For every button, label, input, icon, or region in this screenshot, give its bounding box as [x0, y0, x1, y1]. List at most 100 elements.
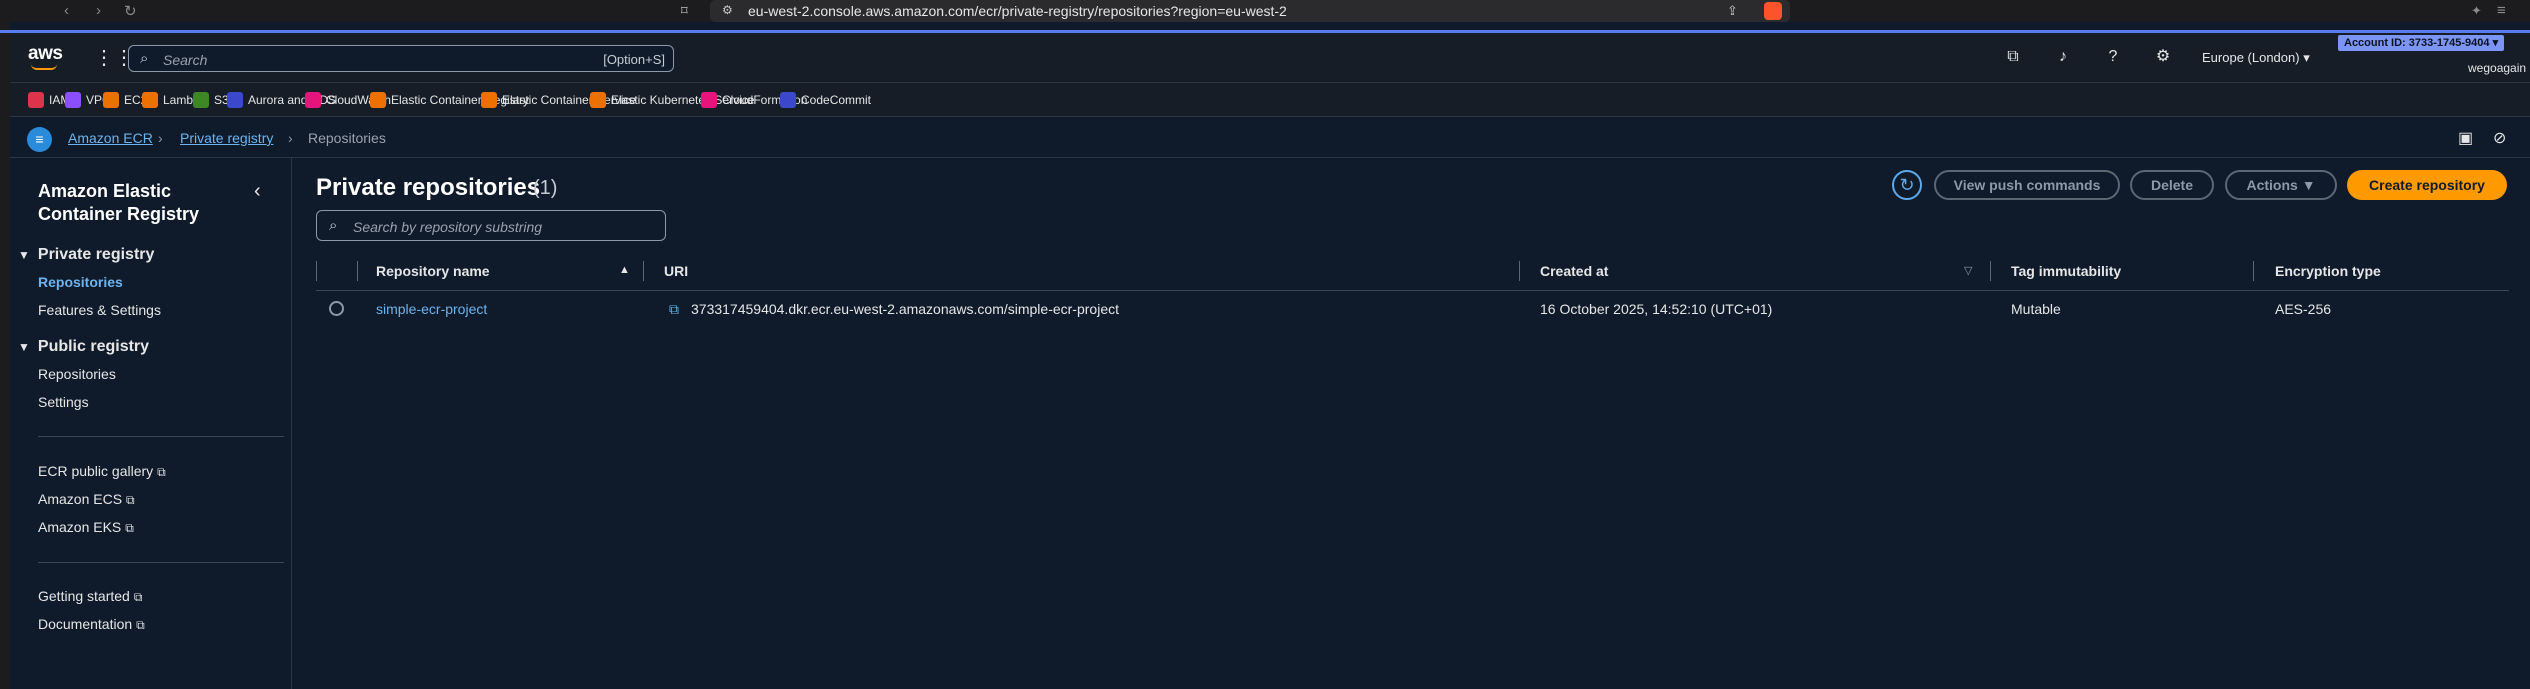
external-link-icon: ⧉	[133, 590, 143, 604]
favorite-ec2[interactable]: EC2	[103, 92, 147, 108]
repository-search-input[interactable]: ⌕ Search by repository substring	[316, 210, 666, 241]
sidenav-item-features-settings[interactable]: Features & Settings	[38, 302, 161, 318]
sidenav-link-documentation[interactable]: Documentation ⧉	[38, 616, 145, 633]
breadcrumb-private-registry[interactable]: Private registry	[180, 130, 273, 146]
settings-gear-icon[interactable]: ⚙	[2153, 47, 2173, 67]
chevron-down-icon: ▾	[2303, 50, 2310, 65]
sort-ascending-icon[interactable]: ▲	[619, 264, 630, 276]
main-content: Private repositories (1) ↻ View push com…	[293, 158, 2530, 689]
reload-icon[interactable]: ↻	[124, 2, 137, 20]
section-private-registry[interactable]: ▼ Private registry	[18, 246, 154, 264]
section-label: Public registry	[37, 338, 150, 355]
sidenav-item-repositories[interactable]: Repositories	[38, 274, 123, 290]
row-select-radio[interactable]	[329, 301, 344, 316]
column-separator	[1519, 261, 1520, 281]
column-separator	[316, 261, 317, 281]
service-icon	[701, 92, 717, 108]
section-public-registry[interactable]: ▼ Public registry	[18, 338, 149, 356]
repository-uri: 373317459404.dkr.ecr.eu-west-2.amazonaws…	[691, 301, 1119, 317]
site-settings-icon[interactable]: ⚙	[722, 3, 733, 17]
region-selector[interactable]: Europe (London) ▾	[2202, 50, 2310, 66]
bookmark-icon[interactable]: ⌑	[681, 3, 688, 19]
caret-down-icon: ▼	[2301, 177, 2316, 193]
sidenav-link-amazon-ecs[interactable]: Amazon ECS ⧉	[38, 491, 135, 508]
repository-count: (1)	[533, 177, 558, 199]
column-separator	[1990, 261, 1991, 281]
favorite-codecommit[interactable]: CodeCommit	[780, 92, 871, 108]
search-shortcut: [Option+S]	[603, 52, 665, 67]
service-icon	[481, 92, 497, 108]
search-icon: ⌕	[140, 50, 149, 67]
browser-menu-icon[interactable]: ≡	[2497, 2, 2506, 19]
breadcrumb-bar: ≡ Amazon ECR › Private registry › Reposi…	[10, 117, 2530, 158]
sidenav-item-public-repositories[interactable]: Repositories	[38, 366, 116, 382]
favorite-iam[interactable]: IAM	[28, 92, 70, 108]
column-header-tag-immutability[interactable]: Tag immutability	[2011, 263, 2121, 279]
divider	[38, 562, 284, 563]
sidenav-title: Amazon Elastic Container Registry	[38, 181, 200, 224]
encryption-type: AES-256	[2275, 301, 2332, 317]
aws-top-nav: aws ⋮⋮⋮ ⌕ Search [Option+S] ⧉ ♪ ? ⚙ Euro…	[10, 33, 2530, 83]
service-icon	[103, 92, 119, 108]
table-header-divider	[316, 290, 2509, 291]
link-label: Amazon EKS	[38, 519, 122, 535]
search-input[interactable]: ⌕ Search [Option+S]	[128, 45, 674, 72]
service-icon	[227, 92, 243, 108]
back-icon[interactable]: ‹	[64, 2, 69, 19]
external-link-icon: ⧉	[157, 465, 166, 479]
url-text[interactable]: eu-west-2.console.aws.amazon.com/ecr/pri…	[748, 3, 1287, 19]
sidenav-link-getting-started[interactable]: Getting started ⧉	[38, 588, 142, 605]
divider	[38, 436, 284, 437]
favorites-bar: IAM VPC EC2 Lambda S3 Aurora and RDS CloudWatc…	[10, 83, 2530, 117]
service-icon	[142, 92, 158, 108]
column-header-encryption-type[interactable]: Encryption type	[2275, 263, 2381, 279]
account-badge[interactable]: Account ID: 3733-1745-9404 ▾	[2338, 35, 2505, 51]
breadcrumb-separator-icon: ›	[288, 130, 293, 146]
notifications-icon[interactable]: ♪	[2053, 47, 2073, 67]
user-menu[interactable]: wegoagain	[2468, 61, 2526, 75]
favorite-s3[interactable]: S3	[193, 92, 229, 108]
service-icon	[780, 92, 796, 108]
column-separator	[2253, 261, 2254, 281]
repository-name-link[interactable]: simple-ecr-project	[376, 301, 487, 317]
service-icon	[370, 92, 386, 108]
column-header-created-at[interactable]: Created at	[1540, 263, 1608, 279]
cloudshell-icon[interactable]: ⧉	[2003, 47, 2023, 67]
brave-shield-icon[interactable]	[1764, 2, 1782, 20]
extensions-icon[interactable]: ✦	[2471, 3, 2482, 19]
sidenav-item-public-settings[interactable]: Settings	[38, 394, 89, 410]
actions-button[interactable]: Actions ▼	[2225, 170, 2337, 200]
favorite-label: CodeCommit	[801, 93, 872, 107]
column-header-uri[interactable]: URI	[664, 263, 688, 279]
aws-logo[interactable]: aws	[28, 43, 63, 65]
refresh-icon[interactable]: ↻	[1892, 170, 1922, 200]
browser-sidebar-strip	[0, 22, 10, 689]
service-icon	[193, 92, 209, 108]
share-icon[interactable]: ⇪	[1727, 3, 1738, 19]
search-placeholder: Search	[163, 52, 208, 68]
sidenav-link-amazon-eks[interactable]: Amazon EKS ⧉	[38, 519, 134, 536]
external-link-icon: ⧉	[125, 521, 134, 535]
tag-immutability: Mutable	[2011, 301, 2061, 317]
breadcrumb-amazon-ecr[interactable]: Amazon ECR	[68, 130, 153, 146]
forward-icon[interactable]: ›	[96, 2, 101, 19]
collapse-sidenav-icon[interactable]: ‹	[254, 180, 261, 203]
actions-label: Actions	[2246, 177, 2298, 193]
repository-search-placeholder: Search by repository substring	[353, 219, 543, 235]
delete-button[interactable]: Delete	[2130, 170, 2214, 200]
create-repository-button[interactable]: Create repository	[2347, 170, 2507, 200]
hamburger-menu-icon[interactable]: ≡	[27, 127, 52, 152]
side-navigation: Amazon Elastic Container Registry ‹ ▼ Pri…	[10, 158, 292, 689]
page-settings-icon[interactable]: ⊘	[2493, 128, 2506, 148]
sort-icon[interactable]: ▽	[1964, 264, 1972, 277]
sidenav-link-ecr-public-gallery[interactable]: ECR public gallery ⧉	[38, 463, 166, 480]
account-label: Account ID: 3733-1745-9404	[2344, 37, 2490, 49]
help-icon[interactable]: ?	[2103, 47, 2123, 67]
view-push-commands-button[interactable]: View push commands	[1934, 170, 2120, 200]
created-at: 16 October 2025, 14:52:10 (UTC+01)	[1540, 301, 1773, 317]
copy-icon[interactable]: ⧉	[669, 301, 684, 317]
feedback-icon[interactable]: ▣	[2458, 128, 2473, 148]
column-header-repository-name[interactable]: Repository name	[376, 263, 490, 279]
caret-down-icon: ▼	[18, 248, 30, 262]
column-separator	[357, 261, 358, 281]
